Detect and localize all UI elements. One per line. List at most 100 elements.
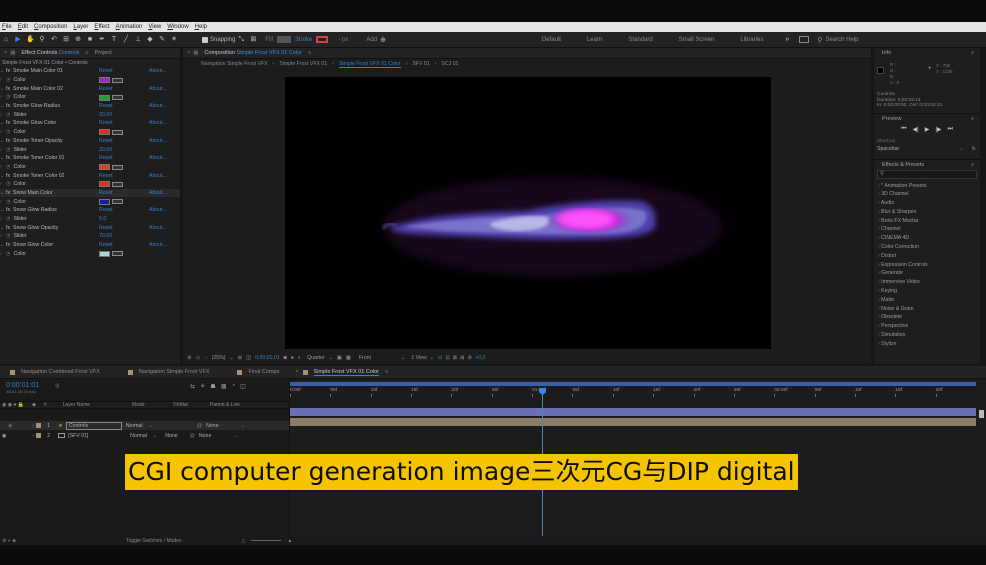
- breadcrumb-item[interactable]: Simple Frost VFX 01: [279, 61, 327, 67]
- rotate-tool-icon[interactable]: ↶: [50, 36, 58, 44]
- home-icon[interactable]: ⌂: [2, 36, 10, 44]
- pickwhip-icon[interactable]: @: [190, 433, 195, 439]
- roi-icon[interactable]: ▣: [337, 355, 342, 361]
- next-frame-icon[interactable]: |▶: [935, 126, 941, 133]
- menu-window[interactable]: Window: [167, 24, 188, 30]
- views-dropdown[interactable]: 1 View: [411, 355, 426, 361]
- snap-option-icon[interactable]: ⤡: [237, 36, 245, 44]
- shortcut-dropdown[interactable]: Spacebar: [877, 146, 899, 152]
- pan-behind-tool-icon[interactable]: ⊕: [74, 36, 82, 44]
- add-label[interactable]: Add: [366, 37, 377, 43]
- fx-icon[interactable]: fx: [6, 68, 10, 74]
- breadcrumb-item[interactable]: Navigation Simple Frost VFX: [201, 61, 268, 67]
- color-swatch[interactable]: [99, 198, 110, 205]
- about-link[interactable]: About...: [149, 155, 167, 161]
- reset-link[interactable]: Reset: [99, 103, 113, 109]
- about-link[interactable]: About...: [149, 190, 167, 196]
- pen-tool-icon[interactable]: ✒: [98, 36, 106, 44]
- layer-bar-controls[interactable]: [290, 408, 976, 416]
- effects-preset-item[interactable]: 3D Channel: [874, 190, 980, 199]
- menu-layer[interactable]: Layer: [73, 24, 88, 30]
- effects-preset-item[interactable]: Boris FX Mocha: [874, 217, 980, 226]
- snap-grid-icon[interactable]: ⊠: [249, 36, 257, 44]
- selection-tool-icon[interactable]: ▶: [14, 36, 22, 44]
- about-link[interactable]: About...: [149, 103, 167, 109]
- expand-icon[interactable]: ›: [33, 433, 35, 439]
- layer-bar-sfv01[interactable]: [290, 418, 976, 426]
- tab-menu-icon[interactable]: ≡: [85, 50, 88, 56]
- play-icon[interactable]: ▶: [925, 126, 930, 133]
- toggle-switches-modes[interactable]: Toggle Switches / Modes: [126, 538, 181, 544]
- color-swatch[interactable]: [99, 94, 110, 101]
- menu-animation[interactable]: Animation: [116, 24, 143, 30]
- stopwatch-icon[interactable]: ◷: [6, 199, 11, 205]
- layer-parent[interactable]: None: [206, 423, 218, 429]
- eyedropper-icon[interactable]: [112, 251, 123, 257]
- zoom-slider[interactable]: [251, 540, 282, 541]
- zoom-dropdown[interactable]: (25%): [212, 355, 226, 361]
- effects-preset-item[interactable]: Simulation: [874, 331, 980, 340]
- frame-blend-icon[interactable]: ▦: [221, 383, 227, 390]
- effect-param-row[interactable]: › ◷ Color: [0, 76, 180, 85]
- last-frame-icon[interactable]: ⏭: [948, 126, 953, 133]
- toggle-pixel-icon[interactable]: ⊟: [438, 355, 442, 361]
- camera-tool-icon[interactable]: ⊞: [62, 36, 70, 44]
- timeline-icon[interactable]: ⊠: [453, 355, 457, 361]
- effect-row[interactable]: ⌄ fx Smoke Main Color 01 Reset About...: [0, 67, 180, 76]
- grid-icon[interactable]: ⊞: [238, 355, 242, 361]
- clone-tool-icon[interactable]: ⊥: [134, 36, 142, 44]
- effects-preset-item[interactable]: Obsolete: [874, 313, 980, 322]
- roto-brush-icon[interactable]: ✎: [158, 36, 166, 44]
- puppet-tool-icon[interactable]: ✶: [170, 36, 178, 44]
- col-mode[interactable]: Mode: [132, 402, 145, 408]
- effect-param-row[interactable]: › ◷ Color: [0, 249, 180, 258]
- effect-row[interactable]: ⌄ fx Snow Glow Opacity Reset About...: [0, 223, 180, 232]
- about-link[interactable]: About...: [149, 173, 167, 179]
- effects-preset-item[interactable]: * Animation Presets: [874, 182, 980, 191]
- tab-composition[interactable]: Composition Simple Frost VFX 01 Color: [204, 50, 302, 56]
- workspace-menu-icon[interactable]: [799, 36, 810, 43]
- comp-flowchart-icon[interactable]: ⇆: [190, 383, 195, 390]
- current-time-readout[interactable]: 0;00;01;01: [255, 355, 280, 361]
- reset-link[interactable]: Reset: [99, 207, 113, 213]
- first-frame-icon[interactable]: ⏮: [901, 126, 906, 133]
- stopwatch-icon[interactable]: ◷: [6, 164, 11, 170]
- close-icon[interactable]: ×: [187, 50, 190, 56]
- eyedropper-icon[interactable]: [112, 181, 123, 187]
- camera-dropdown[interactable]: Front: [359, 355, 371, 361]
- effects-preset-item[interactable]: Channel: [874, 225, 980, 234]
- about-link[interactable]: About...: [149, 120, 167, 126]
- layer-name[interactable]: Controls: [65, 421, 122, 430]
- effects-preset-item[interactable]: Expression Controls: [874, 261, 980, 270]
- effect-param-row[interactable]: › ◷ Color: [0, 128, 180, 137]
- eyedropper-icon[interactable]: [112, 95, 123, 101]
- effects-search-input[interactable]: ⚲: [877, 169, 977, 179]
- stopwatch-icon[interactable]: ◷: [6, 216, 11, 222]
- effect-param-row[interactable]: › ◷ Color: [0, 163, 180, 172]
- close-icon[interactable]: ×: [295, 369, 298, 375]
- about-link[interactable]: About...: [149, 138, 167, 144]
- color-swatch[interactable]: [99, 250, 110, 257]
- effect-row[interactable]: ⌄ fx Snow Glow Radius Reset About...: [0, 206, 180, 215]
- composition-viewer[interactable]: [285, 77, 771, 349]
- eyedropper-icon[interactable]: [112, 77, 123, 83]
- effect-row[interactable]: ⌄ fx Smoke Toner Color 01 Reset About...: [0, 154, 180, 163]
- eraser-tool-icon[interactable]: ◆: [146, 36, 154, 44]
- layer-mode[interactable]: Normal: [126, 423, 143, 429]
- workspace-libraries[interactable]: Libraries: [740, 37, 763, 43]
- effect-row[interactable]: ⌄ fx Snow Glow Color Reset About...: [0, 241, 180, 250]
- show-snapshot-icon[interactable]: ●: [291, 355, 294, 361]
- tab-menu-icon[interactable]: ≡: [308, 50, 311, 56]
- about-link[interactable]: About...: [149, 86, 167, 92]
- table-row[interactable]: ◉ › 1 ★ Controls Normal ⌄ @ None ⌄: [0, 421, 289, 430]
- timeline-tab[interactable]: Navigation Combined Frost VFX: [21, 369, 100, 375]
- stopwatch-icon[interactable]: ◷: [6, 233, 11, 239]
- pickwhip-icon[interactable]: @: [197, 423, 202, 429]
- about-link[interactable]: About...: [149, 207, 167, 213]
- color-swatch[interactable]: [99, 129, 110, 136]
- menu-composition[interactable]: Composition: [34, 24, 67, 30]
- fx-icon[interactable]: fx: [6, 86, 10, 92]
- lock-icon[interactable]: ▦: [193, 50, 198, 56]
- slider-value[interactable]: 20,00: [99, 147, 112, 153]
- monitor-icon[interactable]: ▭: [196, 355, 201, 361]
